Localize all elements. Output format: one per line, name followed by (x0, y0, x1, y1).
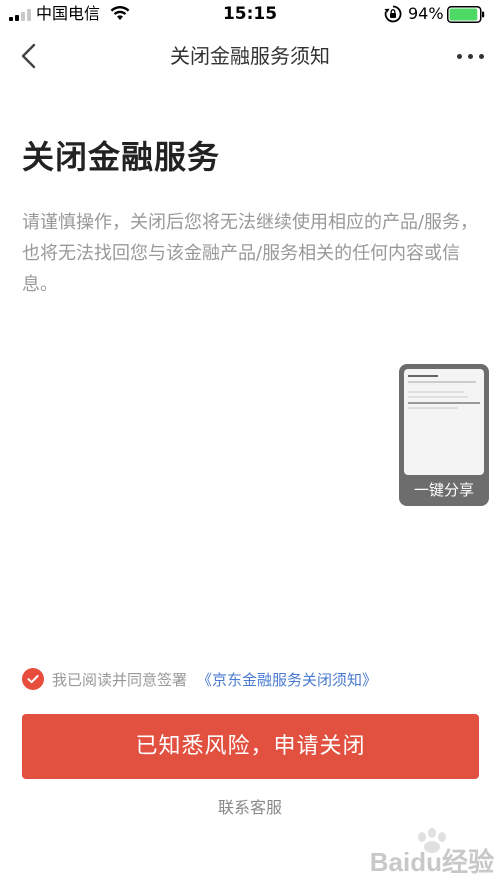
share-preview-thumbnail (404, 369, 484, 475)
share-button[interactable]: 一键分享 (399, 364, 489, 506)
watermark-text: Baidu经验 (369, 847, 494, 877)
status-bar: 中国电信 15:15 94% (0, 0, 500, 30)
battery-icon (447, 6, 485, 23)
battery-percent: 94% (408, 4, 444, 23)
main-heading: 关闭金融服务 (22, 138, 221, 176)
contact-support-link[interactable]: 联系客服 (0, 797, 500, 819)
more-dots-icon[interactable] (456, 44, 486, 68)
agreement-link[interactable]: 《京东金融服务关闭须知》 (197, 669, 377, 690)
agreement-text: 我已阅读并同意签署 (52, 670, 188, 689)
orientation-lock-icon (384, 5, 402, 23)
checkbox-checked-icon[interactable] (22, 668, 44, 690)
share-label: 一键分享 (413, 481, 474, 499)
warning-description: 请谨慎操作，关闭后您将无法继续使用相应的产品/服务，也将无法找回您与该金融产品/… (22, 212, 479, 295)
agreement-row: 我已阅读并同意签署 《京东金融服务关闭须知》 (22, 667, 377, 691)
confirm-close-button[interactable]: 已知悉风险，申请关闭 (22, 714, 479, 779)
nav-bar: 关闭金融服务须知 (0, 30, 500, 82)
screen: 中国电信 15:15 94% 关闭金融服务须知 关闭金融服务 请谨慎操作，关闭后… (0, 0, 500, 889)
page-title: 关闭金融服务须知 (170, 44, 330, 68)
